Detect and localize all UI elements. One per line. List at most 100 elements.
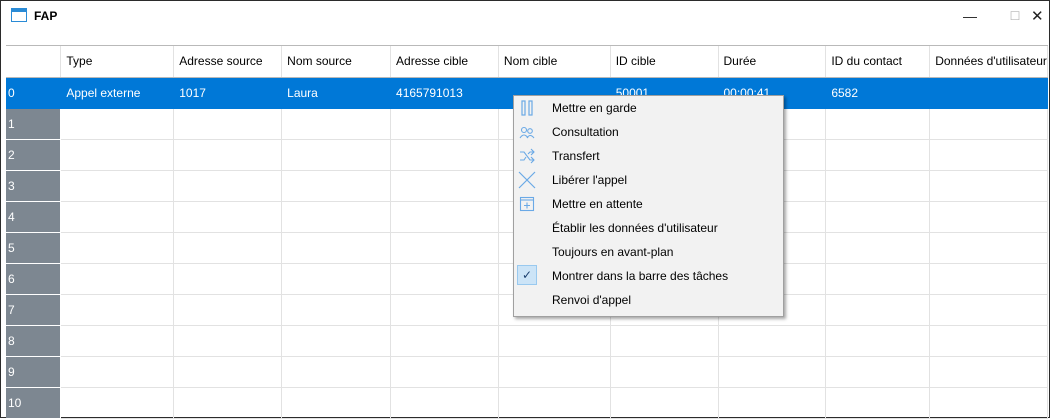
row-header-cell[interactable]: 5 [6,232,62,264]
table-cell[interactable] [173,263,283,295]
menu-item-consultation[interactable]: Consultation [514,120,783,144]
table-cell[interactable] [929,325,1048,357]
menu-item-always-on-top[interactable]: Toujours en avant-plan [514,240,783,264]
table-cell[interactable] [825,263,931,295]
table-cell[interactable] [173,170,283,202]
column-header-contact-id[interactable]: ID du contact [825,46,931,78]
menu-item-set-user-data[interactable]: Établir les données d'utilisateur [514,216,783,240]
table-cell[interactable] [60,263,175,295]
table-cell[interactable] [173,356,283,388]
table-cell[interactable] [390,356,499,388]
table-cell[interactable] [929,387,1048,419]
row-header-cell[interactable]: 2 [6,139,62,171]
row-header-cell[interactable]: 7 [6,294,62,326]
table-cell[interactable] [610,325,719,357]
table-cell[interactable] [390,108,499,140]
menu-item-call-forwarding[interactable]: Renvoi d'appel [514,288,783,312]
table-cell[interactable] [173,201,283,233]
table-cell[interactable] [60,294,175,326]
table-cell[interactable] [610,387,719,419]
table-cell[interactable] [929,356,1048,388]
table-cell[interactable] [390,294,499,326]
table-cell[interactable] [173,294,283,326]
menu-item-release-call[interactable]: Libérer l'appel [514,168,783,192]
table-row[interactable]: 10 [6,387,1048,419]
column-header-user-data[interactable]: Données d'utilisateur [929,46,1048,78]
table-cell[interactable] [281,201,392,233]
table-cell[interactable] [173,108,283,140]
row-header-cell[interactable]: 10 [6,387,62,419]
table-cell[interactable] [390,325,499,357]
table-cell[interactable] [60,325,175,357]
table-cell[interactable] [825,294,931,326]
table-cell[interactable] [390,201,499,233]
table-cell[interactable] [281,170,392,202]
table-cell[interactable] [929,201,1048,233]
table-cell[interactable] [60,356,175,388]
column-header-source-name[interactable]: Nom source [281,46,392,78]
table-row[interactable]: 9 [6,356,1048,388]
table-cell[interactable] [825,387,931,419]
table-cell[interactable] [390,139,499,171]
table-cell[interactable] [390,263,499,295]
table-cell[interactable] [390,387,499,419]
table-cell[interactable] [929,139,1048,171]
table-cell[interactable] [498,387,611,419]
column-header-duration[interactable]: Durée [718,46,827,78]
column-header-source-address[interactable]: Adresse source [173,46,283,78]
row-header-cell[interactable]: 0 [6,77,62,109]
table-cell[interactable] [281,325,392,357]
table-cell[interactable] [929,232,1048,264]
menu-item-hold[interactable]: Mettre en garde [514,96,783,120]
table-cell[interactable] [173,387,283,419]
table-cell[interactable] [390,232,499,264]
table-cell[interactable] [60,201,175,233]
table-cell[interactable] [825,108,931,140]
table-cell[interactable] [173,232,283,264]
table-cell[interactable]: 6582 [825,77,931,109]
table-cell[interactable] [825,170,931,202]
table-cell[interactable] [929,170,1048,202]
row-header-cell[interactable]: 8 [6,325,62,357]
title-bar[interactable]: FAP — ☐ ✕ [1,1,1049,31]
table-cell[interactable] [929,263,1048,295]
table-cell[interactable] [825,201,931,233]
table-cell[interactable] [825,232,931,264]
table-cell[interactable] [390,170,499,202]
row-header-cell[interactable]: 3 [6,170,62,202]
table-cell[interactable] [929,108,1048,140]
table-row[interactable]: 8 [6,325,1048,357]
table-cell[interactable]: 1017 [173,77,283,109]
table-cell[interactable] [281,108,392,140]
table-cell[interactable] [281,387,392,419]
table-cell[interactable]: Laura [281,77,392,109]
table-cell[interactable] [60,170,175,202]
table-cell[interactable] [281,263,392,295]
table-cell[interactable] [825,325,931,357]
table-cell[interactable] [281,356,392,388]
row-header-cell[interactable]: 4 [6,201,62,233]
table-cell[interactable] [718,356,827,388]
table-cell[interactable] [498,356,611,388]
table-cell[interactable] [929,77,1048,109]
column-header-target-address[interactable]: Adresse cible [390,46,499,78]
table-cell[interactable]: 4165791013 [390,77,499,109]
table-cell[interactable] [718,325,827,357]
row-header-cell[interactable]: 6 [6,263,62,295]
table-cell[interactable] [60,387,175,419]
table-cell[interactable]: Appel externe [60,77,175,109]
table-cell[interactable] [929,294,1048,326]
table-cell[interactable] [60,232,175,264]
table-cell[interactable] [281,294,392,326]
column-header-target-id[interactable]: ID cible [610,46,719,78]
row-header-cell[interactable]: 9 [6,356,62,388]
table-cell[interactable] [173,139,283,171]
table-cell[interactable] [281,139,392,171]
table-cell[interactable] [173,325,283,357]
minimize-button[interactable]: — [947,1,993,31]
column-header-target-name[interactable]: Nom cible [498,46,611,78]
table-cell[interactable] [825,356,931,388]
table-cell[interactable] [281,232,392,264]
table-cell[interactable] [610,356,719,388]
table-cell[interactable] [825,139,931,171]
